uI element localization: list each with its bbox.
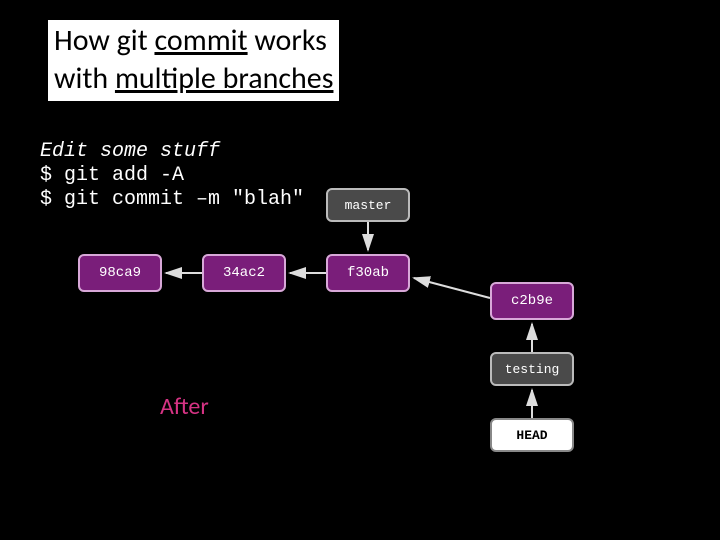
branch-box-master: master — [326, 188, 410, 222]
title-text-1b: works — [248, 22, 327, 59]
commit-node-f30ab: f30ab — [326, 254, 410, 292]
head-box: HEAD — [490, 418, 574, 452]
code-block: Edit some stuff $ git add -A $ git commi… — [40, 140, 304, 212]
commit-node-98ca9: 98ca9 — [78, 254, 162, 292]
title-text-1a: How git — [54, 22, 154, 59]
code-line-2: $ git add -A — [40, 164, 304, 188]
branch-box-testing: testing — [490, 352, 574, 386]
slide-title: How git commit works with multiple branc… — [48, 20, 339, 101]
arrow-c2b9e-to-f30ab — [414, 278, 490, 298]
title-underline-2: multiple branches — [115, 60, 334, 97]
code-line-1: Edit some stuff — [40, 140, 304, 164]
after-label: After — [160, 392, 209, 421]
code-line-3: $ git commit –m "blah" — [40, 188, 304, 212]
title-underline-1: commit — [154, 22, 247, 59]
commit-node-34ac2: 34ac2 — [202, 254, 286, 292]
title-text-2a: with — [54, 60, 115, 97]
commit-node-c2b9e: c2b9e — [490, 282, 574, 320]
